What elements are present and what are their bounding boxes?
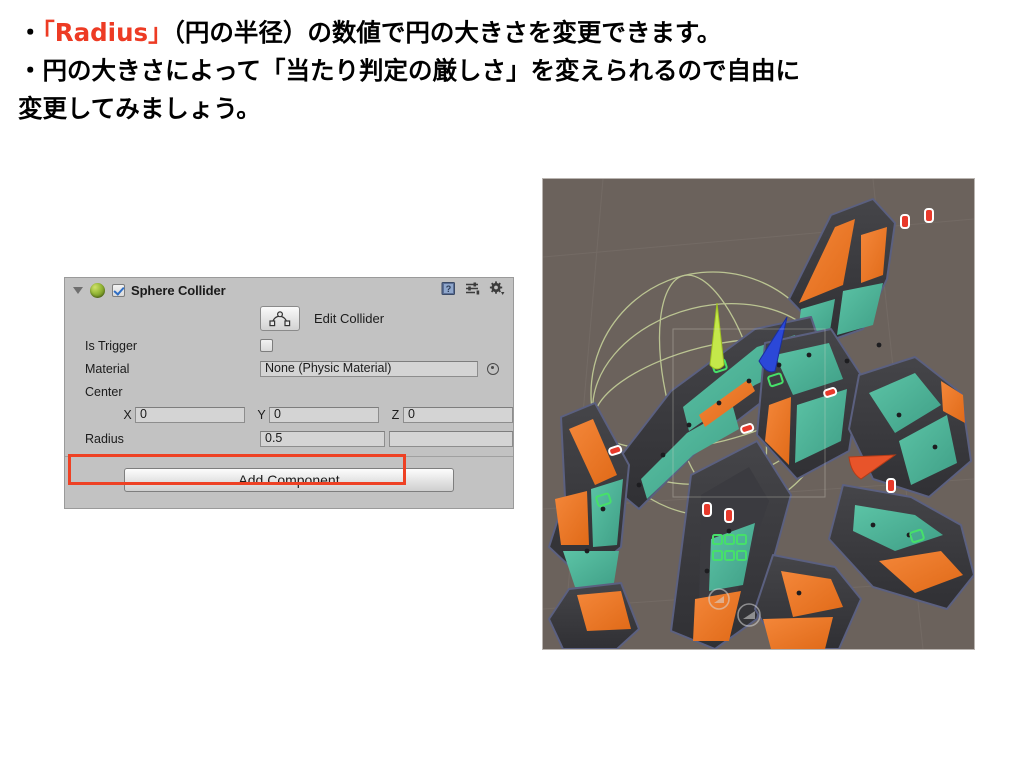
instruction-line-1: ・「Radius」（円の半径）の数値で円の大きさを変更できます。 xyxy=(18,14,1008,52)
help-book-icon[interactable]: ? xyxy=(441,281,456,299)
radius-input[interactable]: 0.5 xyxy=(260,430,385,447)
is-trigger-row: Is Trigger xyxy=(65,334,513,357)
center-row: Center xyxy=(65,380,513,403)
instruction-line-1-rest: （円の半径）の数値で円の大きさを変更できます。 xyxy=(172,18,722,47)
center-x-input[interactable]: 0 xyxy=(135,406,245,423)
material-row: Material None (Physic Material) xyxy=(65,357,513,380)
center-y-label: Y xyxy=(257,407,266,422)
radius-label: Radius xyxy=(85,431,124,446)
edit-collider-row: Edit Collider xyxy=(65,302,513,334)
instruction-line-3: 変更してみましょう。 xyxy=(18,93,261,123)
center-vector-row: X 0 Y 0 Z 0 xyxy=(65,403,513,426)
material-field[interactable]: None (Physic Material) xyxy=(260,360,478,377)
center-y-input[interactable]: 0 xyxy=(269,406,379,423)
center-x-label: X xyxy=(123,407,132,422)
edit-collider-button[interactable] xyxy=(260,305,300,331)
sphere-collider-inspector-panel: Sphere Collider ? Edit Collider Is Trigg… xyxy=(64,277,514,509)
header-icon-group: ? xyxy=(441,278,505,302)
radius-keyword: 「Radius」 xyxy=(42,18,173,47)
sphere-collider-icon xyxy=(90,282,105,298)
center-z-label: Z xyxy=(391,407,400,422)
svg-text:?: ? xyxy=(446,284,452,294)
add-component-row: Add Component xyxy=(65,457,513,508)
preset-sliders-icon[interactable] xyxy=(465,281,480,299)
radius-trailing-field xyxy=(388,430,513,447)
material-label: Material xyxy=(85,361,130,376)
center-label: Center xyxy=(85,384,123,399)
is-trigger-checkbox[interactable] xyxy=(260,339,273,352)
gear-icon[interactable] xyxy=(489,281,505,299)
radius-row: Radius 0.5 xyxy=(65,426,513,451)
scene-render xyxy=(543,179,974,649)
component-title: Sphere Collider xyxy=(131,282,226,298)
inspector-body: Sphere Collider ? Edit Collider Is Trigg… xyxy=(65,278,513,508)
component-header[interactable]: Sphere Collider ? xyxy=(65,278,513,302)
object-picker-icon[interactable] xyxy=(487,362,499,375)
add-component-button[interactable]: Add Component xyxy=(124,468,454,492)
edit-collider-label: Edit Collider xyxy=(314,310,385,326)
is-trigger-label: Is Trigger xyxy=(85,338,138,353)
edit-collider-icon xyxy=(269,310,291,326)
unity-scene-view xyxy=(542,178,975,650)
foldout-triangle-icon[interactable] xyxy=(73,286,83,294)
center-z-input[interactable]: 0 xyxy=(403,406,513,423)
component-enabled-checkbox[interactable] xyxy=(112,283,125,297)
instruction-text-block: ・「Radius」（円の半径）の数値で円の大きさを変更できます。 ・円の大きさに… xyxy=(18,14,1008,128)
bullet-marker: ・ xyxy=(18,18,43,47)
instruction-line-2: ・円の大きさによって「当たり判定の厳しさ」を変えられるので自由に xyxy=(18,55,801,85)
